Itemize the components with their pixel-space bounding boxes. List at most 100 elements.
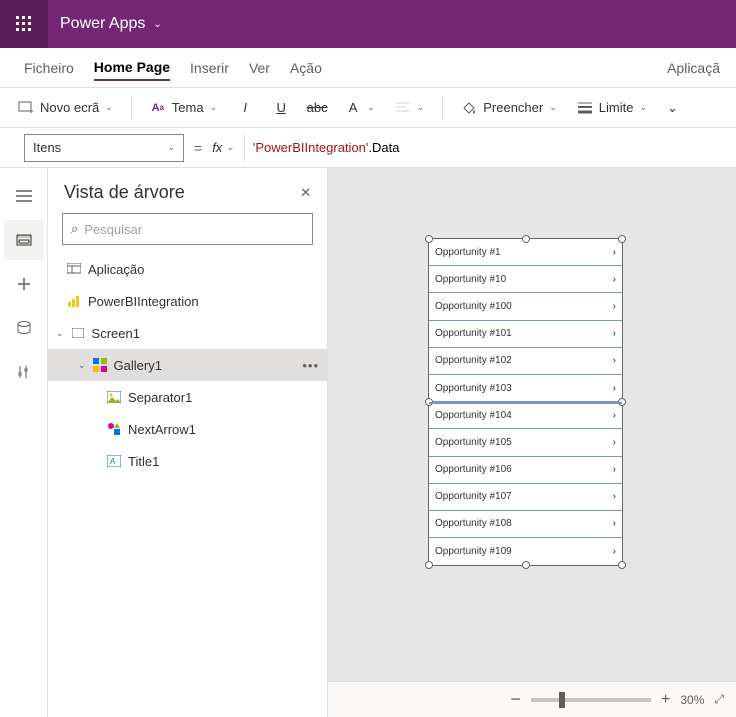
app-title[interactable]: Power Apps ⌄ bbox=[48, 15, 174, 33]
chevron-right-icon[interactable]: › bbox=[613, 383, 616, 394]
rail-data[interactable] bbox=[4, 308, 44, 348]
rail-insert[interactable] bbox=[4, 264, 44, 304]
search-placeholder: Pesquisar bbox=[84, 222, 142, 237]
resize-handle[interactable] bbox=[522, 561, 530, 569]
tree-node-title1[interactable]: A Title1 bbox=[48, 445, 327, 477]
gallery-icon bbox=[92, 357, 108, 373]
rail-hamburger[interactable] bbox=[4, 176, 44, 216]
chevron-down-icon: ⌄ bbox=[367, 102, 375, 113]
gallery-item[interactable]: Opportunity #104› bbox=[429, 402, 622, 429]
chevron-right-icon[interactable]: › bbox=[613, 464, 616, 475]
resize-handle[interactable] bbox=[522, 235, 530, 243]
left-rail bbox=[0, 168, 48, 717]
menu-ficheiro[interactable]: Ficheiro bbox=[24, 56, 74, 80]
border-button[interactable]: Limite ⌄ bbox=[571, 96, 653, 120]
new-screen-button[interactable]: Novo ecrã ⌄ bbox=[12, 96, 119, 120]
gallery-control[interactable]: Opportunity #1›Opportunity #10›Opportuni… bbox=[428, 238, 623, 566]
chevron-down-icon: ⌄ bbox=[167, 142, 175, 153]
chevron-right-icon[interactable]: › bbox=[613, 274, 616, 285]
gallery-item[interactable]: Opportunity #103› bbox=[429, 375, 622, 402]
gallery-item[interactable]: Opportunity #101› bbox=[429, 321, 622, 348]
italic-icon: I bbox=[237, 100, 253, 116]
chevron-right-icon[interactable]: › bbox=[613, 247, 616, 258]
gallery-item-title: Opportunity #100 bbox=[435, 301, 512, 312]
more-icon[interactable]: ••• bbox=[302, 358, 319, 373]
chevron-down-icon: ⌄ bbox=[153, 19, 161, 30]
chevron-right-icon[interactable]: › bbox=[613, 355, 616, 366]
resize-handle[interactable] bbox=[618, 235, 626, 243]
gallery-item-title: Opportunity #106 bbox=[435, 464, 512, 475]
menu-inserir[interactable]: Inserir bbox=[190, 56, 229, 80]
rotate-handle[interactable] bbox=[425, 235, 433, 243]
tree-node-label: Separator1 bbox=[128, 390, 319, 405]
underline-button[interactable]: U bbox=[267, 96, 295, 120]
fx-text: fx bbox=[212, 140, 222, 155]
gallery-item-title: Opportunity #109 bbox=[435, 546, 512, 557]
chevron-down-icon[interactable]: ⌄ bbox=[56, 328, 64, 339]
italic-button[interactable]: I bbox=[231, 96, 259, 120]
tree-node-separator1[interactable]: Separator1 bbox=[48, 381, 327, 413]
close-icon[interactable]: ✕ bbox=[300, 185, 311, 201]
equals-sign: = bbox=[194, 140, 202, 156]
tree-node-nextarrow1[interactable]: NextArrow1 bbox=[48, 413, 327, 445]
chevron-right-icon[interactable]: › bbox=[613, 328, 616, 339]
zoom-in-button[interactable]: + bbox=[661, 691, 670, 709]
more-button[interactable]: ⌄ bbox=[661, 96, 684, 120]
fx-button[interactable]: fx ⌄ bbox=[212, 140, 234, 155]
rail-tools[interactable] bbox=[4, 352, 44, 392]
chevron-right-icon[interactable]: › bbox=[613, 437, 616, 448]
theme-label: Tema bbox=[172, 100, 204, 115]
resize-handle[interactable] bbox=[425, 561, 433, 569]
chevron-down-icon[interactable]: ⌄ bbox=[78, 360, 86, 371]
chevron-right-icon[interactable]: › bbox=[613, 491, 616, 502]
search-input[interactable]: ⌕ Pesquisar bbox=[62, 213, 313, 245]
gallery-item-title: Opportunity #102 bbox=[435, 355, 512, 366]
zoom-out-button[interactable]: − bbox=[511, 689, 522, 710]
gallery-item-title: Opportunity #10 bbox=[435, 274, 506, 285]
tree-node-app[interactable]: Aplicação bbox=[48, 253, 327, 285]
zoom-value: 30% bbox=[680, 693, 704, 707]
gallery-item[interactable]: Opportunity #107› bbox=[429, 484, 622, 511]
theme-button[interactable]: Aa Tema ⌄ bbox=[144, 96, 223, 120]
menu-homepage[interactable]: Home Page bbox=[94, 55, 170, 81]
chevron-down-icon: ⌄ bbox=[639, 102, 647, 113]
canvas[interactable]: Opportunity #1›Opportunity #10›Opportuni… bbox=[328, 168, 736, 717]
align-button[interactable]: ⌄ bbox=[389, 96, 431, 120]
theme-icon: Aa bbox=[150, 100, 166, 116]
formula-input[interactable]: 'PowerBIIntegration'.Data bbox=[244, 134, 736, 162]
separator bbox=[442, 96, 443, 120]
gallery-item[interactable]: Opportunity #100 › bbox=[429, 293, 622, 320]
chevron-right-icon[interactable]: › bbox=[613, 410, 616, 421]
zoom-slider[interactable] bbox=[531, 698, 651, 702]
gallery-item[interactable]: Opportunity #105› bbox=[429, 429, 622, 456]
fontcolor-icon: A bbox=[345, 100, 361, 116]
gallery-item[interactable]: Opportunity #102 › bbox=[429, 348, 622, 375]
property-dropdown[interactable]: Itens ⌄ bbox=[24, 134, 184, 162]
fullscreen-icon[interactable]: ⤢ bbox=[714, 692, 724, 707]
menu-right-cut[interactable]: Aplicaçã bbox=[667, 56, 720, 80]
chevron-right-icon[interactable]: › bbox=[613, 518, 616, 529]
title-bar: Power Apps ⌄ bbox=[0, 0, 736, 48]
waffle-icon[interactable] bbox=[0, 0, 48, 48]
tree-node-label: Title1 bbox=[128, 454, 319, 469]
gallery-item[interactable]: Opportunity #1› bbox=[429, 239, 622, 266]
gallery-item[interactable]: Opportunity #10 › bbox=[429, 266, 622, 293]
menu-acao[interactable]: Ação bbox=[290, 56, 322, 80]
tree-node-gallery1[interactable]: ⌄ Gallery1 ••• bbox=[48, 349, 327, 381]
tree-node-pbi[interactable]: PowerBIIntegration bbox=[48, 285, 327, 317]
rail-tree[interactable] bbox=[4, 220, 44, 260]
slider-thumb[interactable] bbox=[559, 692, 565, 708]
fontcolor-button[interactable]: A⌄ bbox=[339, 96, 381, 120]
resize-handle[interactable] bbox=[618, 561, 626, 569]
gallery-item[interactable]: Opportunity #106 › bbox=[429, 457, 622, 484]
strike-button[interactable]: abc bbox=[303, 96, 331, 120]
toolbar: Novo ecrã ⌄ Aa Tema ⌄ I U abc A⌄ ⌄ Preen… bbox=[0, 88, 736, 128]
tree-node-screen1[interactable]: ⌄ Screen1 bbox=[48, 317, 327, 349]
underline-icon: U bbox=[273, 100, 289, 116]
gallery-item[interactable]: Opportunity #108› bbox=[429, 511, 622, 538]
chevron-right-icon[interactable]: › bbox=[613, 546, 616, 557]
fill-button[interactable]: Preencher ⌄ bbox=[455, 96, 563, 120]
menu-ver[interactable]: Ver bbox=[249, 56, 270, 80]
chevron-right-icon[interactable]: › bbox=[613, 301, 616, 312]
border-label: Limite bbox=[599, 100, 634, 115]
